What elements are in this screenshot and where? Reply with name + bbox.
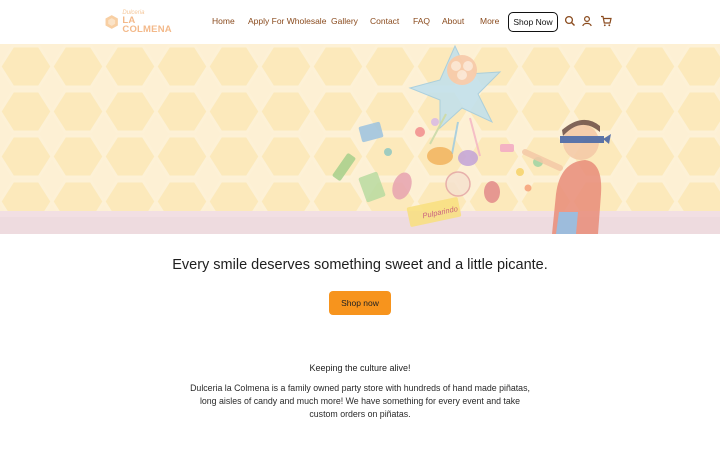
section-subheading: Keeping the culture alive! [309,363,411,373]
account-icon[interactable] [581,15,593,27]
nav-about[interactable]: About [442,16,464,26]
cart-icon[interactable] [600,15,612,27]
hero-tagline: Every smile deserves something sweet and… [172,257,548,273]
nav-apply-wholesale[interactable]: Apply For Wholesale [248,16,326,26]
nav-more[interactable]: More [480,16,499,26]
about-paragraph: Dulceria la Colmena is a family owned pa… [190,383,530,419]
nav-faq[interactable]: FAQ [413,16,430,26]
nav-contact[interactable]: Contact [370,16,399,26]
main-nav: Home Apply For Wholesale Gallery Contact… [0,0,720,44]
search-icon[interactable] [564,15,576,27]
hero-banner: Pulparindo [0,44,720,234]
shop-now-cta-button[interactable]: Shop now [329,291,391,315]
hero-illustration: Pulparindo [0,44,720,234]
site-header: Dulceria LA COLMENA Home Apply For Whole… [0,0,720,44]
nav-gallery[interactable]: Gallery [331,16,358,26]
shop-now-button[interactable]: Shop Now [508,12,558,32]
nav-home[interactable]: Home [212,16,235,26]
